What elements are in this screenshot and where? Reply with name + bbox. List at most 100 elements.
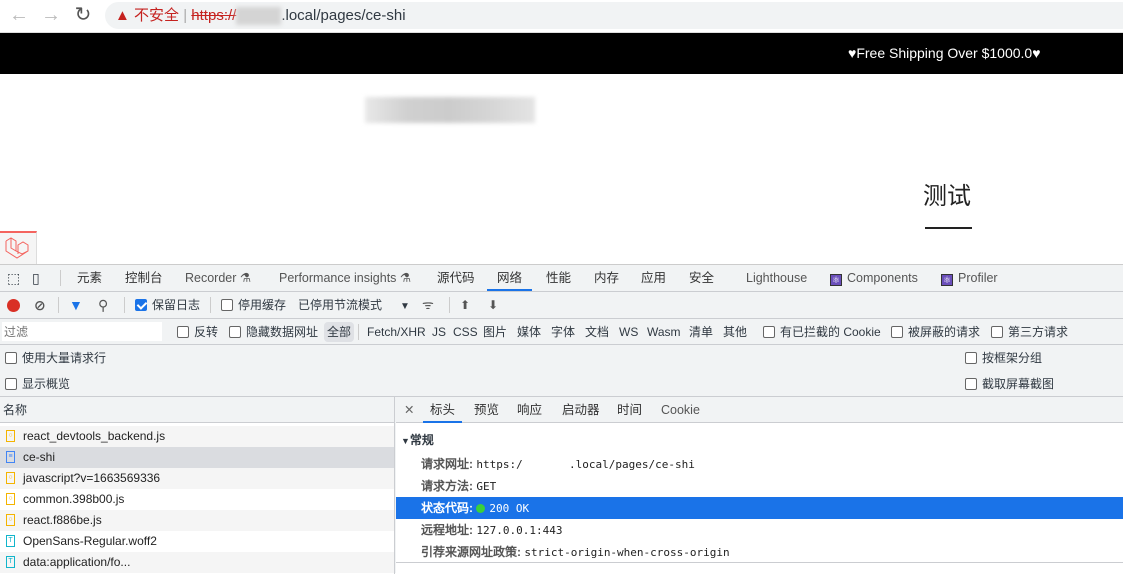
label: 反转 [194, 325, 219, 339]
site-logo[interactable] [365, 97, 535, 123]
filter-input[interactable] [2, 322, 162, 341]
request-row[interactable]: Tdata:application/fo... [0, 552, 394, 573]
filter-type-manifest[interactable]: 清单 [689, 319, 713, 345]
hide-data-urls-checkbox[interactable]: 隐藏数据网址 [229, 319, 318, 345]
reload-icon[interactable]: ↻ [71, 4, 95, 28]
screenshots-checkbox[interactable]: 截取屏幕截图 [965, 371, 1054, 397]
request-row[interactable]: ○ react.f886be.js [0, 510, 394, 531]
clear-icon[interactable]: ⊘ [34, 292, 46, 318]
filter-icon[interactable]: ▼ [69, 292, 83, 318]
request-name: data:application/fo... [23, 555, 131, 569]
inspect-icon[interactable]: ⬚ [7, 265, 20, 291]
network-conditions-icon[interactable]: ᯤ [422, 292, 434, 318]
request-row[interactable]: ○ common.398b00.js [0, 489, 394, 510]
tab-recorder[interactable]: Recorder ⚗ [185, 265, 251, 291]
devtools-panel: ⬚ ▯ 元素 控制台 Recorder ⚗ Performance insigh… [0, 264, 1123, 574]
request-row[interactable]: ≡ ce-shi [0, 447, 394, 468]
request-row[interactable]: ○ javascript?v=1663569336 [0, 468, 394, 489]
filter-type-wasm[interactable]: Wasm [647, 319, 681, 345]
label: 第三方请求 [1008, 325, 1069, 339]
request-name: react.f886be.js [23, 513, 102, 527]
tab-response[interactable]: 响应 [517, 397, 542, 423]
forward-icon[interactable]: → [39, 4, 63, 28]
request-row[interactable]: ○ react_devtools_backend.js [0, 426, 394, 447]
filter-type-other[interactable]: 其他 [723, 319, 747, 345]
browser-toolbar: ← → ↻ ▲ 不安全 | https://.local/pages/ce-sh… [0, 0, 1123, 33]
device-toolbar-icon[interactable]: ▯ [32, 265, 40, 291]
tab-performance[interactable]: 性能 [546, 265, 571, 291]
tab-profiler[interactable]: ⚛ Profiler [941, 265, 998, 291]
import-har-icon[interactable]: ⬆ [460, 292, 470, 318]
request-row[interactable]: T OpenSans-Regular.woff2 [0, 531, 394, 552]
filter-type-fetch-xhr[interactable]: Fetch/XHR [367, 319, 426, 345]
filter-type-img[interactable]: 图片 [483, 319, 507, 345]
tab-preview[interactable]: 预览 [474, 397, 499, 423]
tab-timing[interactable]: 时间 [617, 397, 642, 423]
search-icon[interactable]: ⚲ [98, 292, 108, 318]
third-party-checkbox[interactable]: 第三方请求 [991, 319, 1068, 345]
script-file-icon: ○ [6, 493, 15, 505]
security-label: 不安全 [134, 7, 180, 24]
filter-type-media[interactable]: 媒体 [517, 319, 541, 345]
label: 按框架分组 [982, 351, 1043, 365]
label: 隐藏数据网址 [246, 325, 319, 339]
large-rows-checkbox[interactable]: 使用大量请求行 [5, 345, 106, 371]
disable-cache-checkbox[interactable]: 停用缓存 [221, 292, 286, 318]
network-toolbar: ⊘ ▼ ⚲ 保留日志 停用缓存 已停用节流模式 ▼ ᯤ ⬆ ⬇ [0, 292, 1123, 319]
filter-type-font[interactable]: 字体 [551, 319, 575, 345]
document-file-icon: ≡ [6, 451, 15, 463]
tab-headers[interactable]: 标头 [423, 397, 463, 423]
tab-lighthouse[interactable]: Lighthouse [746, 265, 807, 291]
url-path: .local/pages/ce-shi [281, 7, 406, 24]
triangle-down-icon: ▼ [401, 436, 410, 446]
request-name: javascript?v=1663569336 [23, 471, 161, 485]
filter-type-doc[interactable]: 文档 [585, 319, 609, 345]
tab-sources[interactable]: 源代码 [437, 265, 475, 291]
export-har-icon[interactable]: ⬇ [488, 292, 498, 318]
page-heading: 测试 [923, 182, 971, 210]
section-general[interactable]: ▼常规 [401, 431, 434, 448]
filter-type-ws[interactable]: WS [619, 319, 638, 345]
throttling-select[interactable]: 已停用节流模式 ▼ [298, 292, 410, 320]
laravel-debugbar-tab[interactable] [0, 231, 37, 265]
devtools-tabbar: ⬚ ▯ 元素 控制台 Recorder ⚗ Performance insigh… [0, 265, 1123, 292]
invert-checkbox[interactable]: 反转 [177, 319, 218, 345]
request-name: common.398b00.js [23, 492, 125, 506]
label: 被屏蔽的请求 [908, 325, 981, 339]
tab-console[interactable]: 控制台 [125, 265, 163, 291]
label: 有已拦截的 Cookie [780, 325, 881, 339]
record-icon[interactable] [7, 299, 20, 312]
request-rows: ○ react_devtools_backend.js ≡ ce-shi ○ java… [0, 426, 394, 574]
tab-cookies[interactable]: Cookie [661, 397, 700, 423]
blocked-requests-checkbox[interactable]: 被屏蔽的请求 [891, 319, 980, 345]
tab-security[interactable]: 安全 [689, 265, 714, 291]
filter-type-css[interactable]: CSS [453, 319, 478, 345]
react-icon: ⚛ [830, 274, 842, 286]
tab-initiator[interactable]: 启动器 [562, 397, 600, 423]
tab-components[interactable]: ⚛ Components [830, 265, 918, 291]
request-name: ce-shi [23, 450, 56, 464]
tab-elements[interactable]: 元素 [77, 265, 102, 291]
tab-performance-insights[interactable]: Performance insights ⚗ [279, 265, 411, 291]
header-key: 引荐来源网址政策: [421, 545, 521, 559]
redacted [236, 7, 282, 26]
header-key: 状态代码: [421, 501, 473, 515]
column-header-name[interactable]: 名称 [0, 397, 394, 423]
group-by-frame-checkbox[interactable]: 按框架分组 [965, 345, 1042, 371]
tab-memory[interactable]: 内存 [594, 265, 619, 291]
preserve-log-checkbox[interactable]: 保留日志 [135, 292, 200, 318]
back-icon[interactable]: ← [7, 4, 31, 28]
header-row: 请求方法: GET [396, 475, 1123, 497]
tab-network[interactable]: 网络 [487, 265, 533, 291]
blocked-cookies-checkbox[interactable]: 有已拦截的 Cookie [763, 319, 881, 345]
filter-bar: 反转 隐藏数据网址 全部 Fetch/XHR JS CSS 图片 媒体 字体 文… [0, 319, 1123, 345]
filter-type-all[interactable]: 全部 [324, 322, 355, 342]
overview-checkbox[interactable]: 显示概览 [5, 371, 70, 397]
close-icon[interactable]: ✕ [404, 397, 414, 423]
tab-application[interactable]: 应用 [641, 265, 666, 291]
address-bar[interactable]: ▲ 不安全 | https://.local/pages/ce-shi [105, 2, 1123, 29]
filter-type-js[interactable]: JS [432, 319, 446, 345]
font-file-icon: T [6, 535, 15, 547]
label: 显示概览 [22, 377, 71, 391]
script-file-icon: ○ [6, 430, 15, 442]
